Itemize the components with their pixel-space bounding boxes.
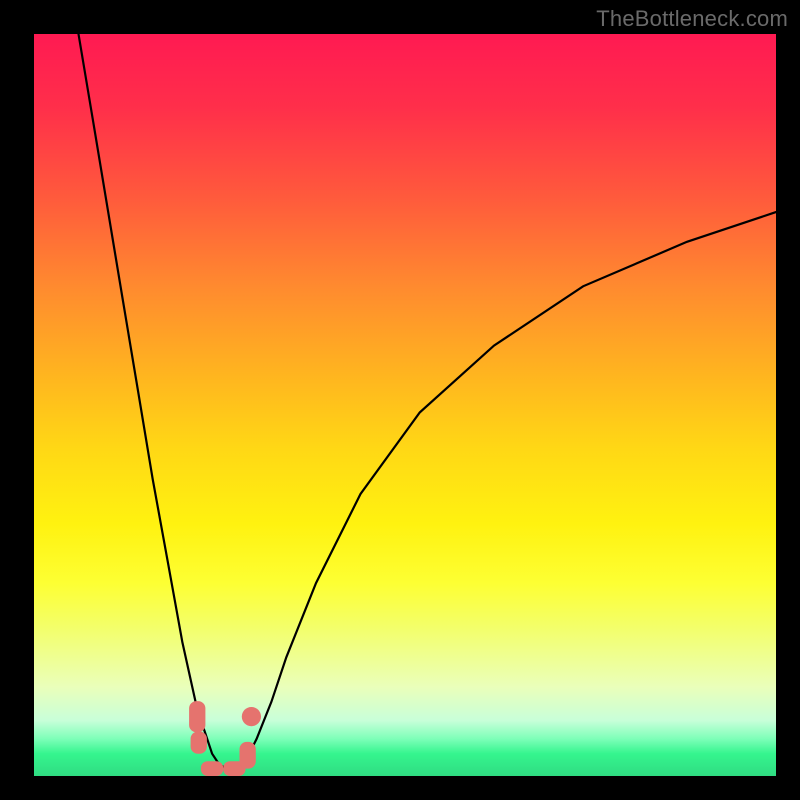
curve-marker [201,761,223,776]
curve-markers [189,701,261,776]
curve-marker [189,701,205,732]
curve-marker [242,707,261,726]
chart-frame: TheBottleneck.com [0,0,800,800]
curve-marker [240,742,256,769]
bottleneck-curve [79,34,777,769]
chart-overlay [34,34,776,776]
watermark-text: TheBottleneck.com [596,6,788,32]
plot-area [34,34,776,776]
curve-marker [191,732,207,754]
